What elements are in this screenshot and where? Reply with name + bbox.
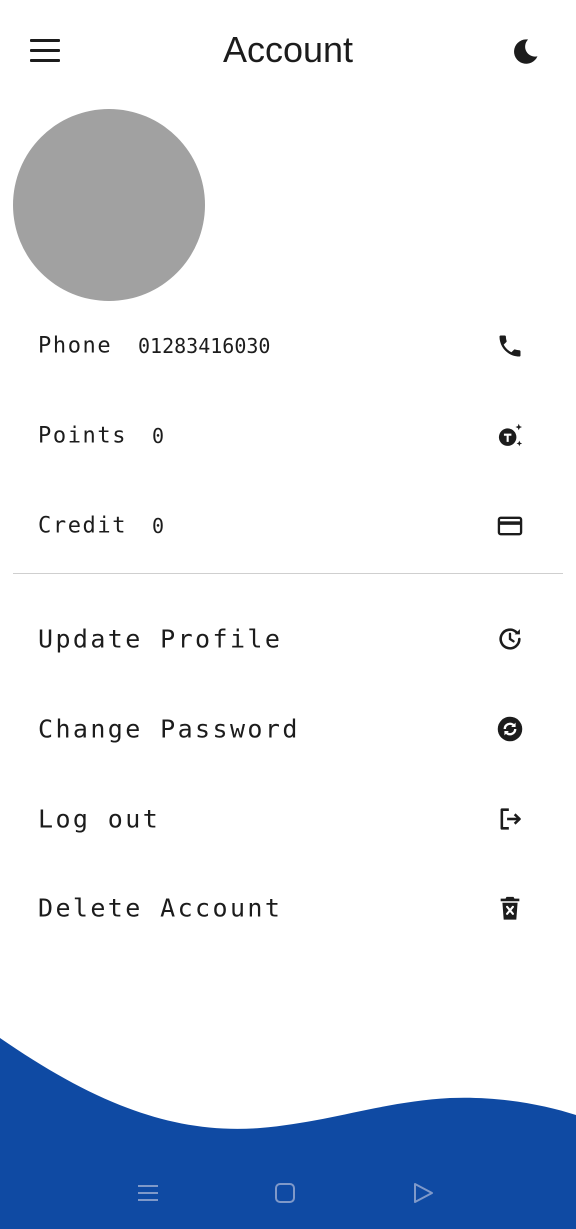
phone-icon (499, 335, 521, 357)
recent-apps-icon (138, 1185, 158, 1201)
update-profile-label: Update Profile (38, 624, 283, 654)
section-divider (13, 573, 563, 574)
log-out-button[interactable]: Log out (0, 784, 576, 854)
menu-button[interactable] (26, 34, 64, 68)
logout-icon (500, 808, 521, 830)
phone-value: 01283416030 (138, 334, 271, 358)
phone-row: Phone 01283416030 (0, 311, 576, 381)
update-clock-icon (499, 628, 521, 650)
page-title: Account (222, 29, 354, 70)
credit-row: Credit 0 (0, 491, 576, 561)
log-out-label: Log out (38, 804, 161, 834)
delete-account-label: Delete Account (38, 893, 283, 923)
credit-value: 0 (152, 514, 165, 538)
back-button[interactable] (408, 1178, 438, 1208)
moon-icon (514, 39, 538, 64)
credit-card-icon (497, 516, 523, 536)
back-icon (414, 1183, 433, 1203)
home-icon (275, 1183, 295, 1203)
points-sparkle-icon (498, 423, 523, 447)
points-value: 0 (152, 424, 165, 448)
delete-account-button[interactable]: Delete Account (0, 873, 576, 943)
home-button[interactable] (270, 1178, 300, 1208)
phone-label: Phone (38, 333, 113, 359)
hamburger-menu-icon (30, 39, 60, 42)
sync-circle-icon (497, 716, 523, 742)
points-label: Points (38, 423, 128, 449)
update-profile-button[interactable]: Update Profile (0, 604, 576, 674)
credit-label: Credit (38, 513, 128, 539)
theme-toggle-button[interactable] (508, 35, 542, 69)
system-navigation-bar (0, 1160, 576, 1229)
change-password-button[interactable]: Change Password (0, 694, 576, 764)
recent-apps-button[interactable] (133, 1178, 163, 1208)
trash-icon (500, 896, 520, 920)
avatar[interactable] (13, 109, 205, 301)
hamburger-line (30, 59, 60, 62)
points-row: Points 0 (0, 401, 576, 471)
hamburger-line (30, 49, 60, 52)
change-password-label: Change Password (38, 714, 300, 744)
app-bar: Account (0, 0, 576, 100)
